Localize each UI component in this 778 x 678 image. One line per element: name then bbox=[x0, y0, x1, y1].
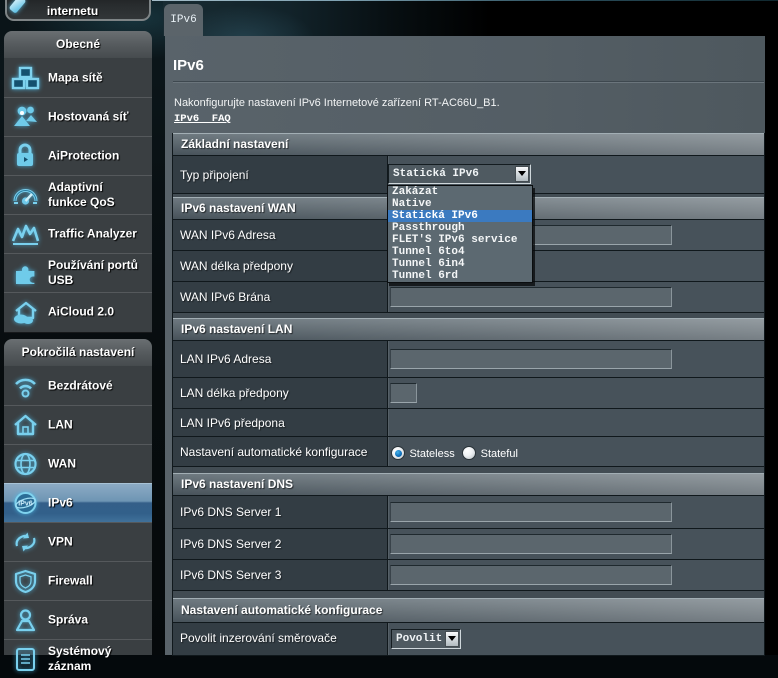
svg-text:IPv6: IPv6 bbox=[18, 501, 33, 508]
